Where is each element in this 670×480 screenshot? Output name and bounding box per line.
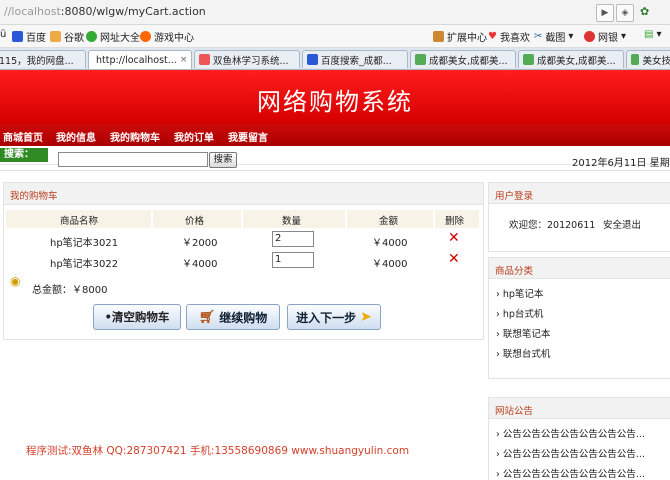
continue-shopping-button[interactable]: 🛒︎ 继续购物	[186, 304, 280, 330]
extensions-button[interactable]: 扩展中心	[433, 29, 487, 44]
category-item[interactable]: › hp笔记本	[496, 286, 543, 300]
search-input[interactable]	[58, 152, 208, 167]
login-panel: 用户登录 欢迎您：20120611 安全退出	[488, 182, 670, 252]
baidu-icon	[12, 31, 23, 42]
row-price: ￥2000	[182, 238, 218, 249]
col-qty: 数量	[282, 216, 302, 227]
tab-beauty[interactable]: 美女技	[626, 50, 670, 68]
cart-panel: 我的购物车 商品名称 价格 数量 金额 删除 hp笔记本3021 ￥2000 2…	[3, 182, 484, 340]
bookmarks-bar: ü 百度 谷歌 网址大全 游戏中心 扩展中心 ♥ 我喜欢 ✂ 截图 ▾ 网银 ▾ ▤ ▾	[0, 25, 670, 48]
tab-strip: 115，我的网盘... http://localhost... × 双鱼林学习系统…	[0, 48, 670, 70]
footer-credits: 程序测试:双鱼林 QQ:287307421 手机:13558690869 www…	[26, 445, 410, 457]
notice-panel-header: 网站公告	[489, 398, 670, 419]
nav-my-info[interactable]: 我的信息	[56, 129, 96, 144]
play-icon[interactable]: ▶	[596, 4, 614, 22]
col-name: 商品名称	[60, 216, 99, 227]
main-nav: 商城首页 我的信息 我的购物车 我的订单 我要留言	[0, 124, 670, 146]
heart-icon: ♥	[488, 31, 497, 42]
cart-panel-header: 我的购物车	[4, 183, 483, 205]
category-panel: 商品分类 › hp笔记本 › hp台式机 › 联想笔记本 › 联想台式机	[488, 257, 670, 379]
row-name: hp笔记本3022	[50, 259, 119, 270]
quantity-input[interactable]: 2	[272, 231, 314, 247]
col-delete: 删除	[445, 216, 465, 227]
search-button[interactable]: 搜索	[209, 152, 237, 168]
screenshot-button[interactable]: ✂ 截图 ▾	[534, 29, 573, 44]
welcome-text: 欢迎您：20120611	[509, 220, 596, 231]
row-amount: ￥4000	[372, 238, 408, 249]
current-date: 2012年6月11日 星期一	[572, 158, 670, 169]
row-name: hp笔记本3021	[50, 238, 119, 249]
favorites-button[interactable]: ♥ 我喜欢	[488, 29, 530, 44]
delete-icon[interactable]: ✕	[448, 251, 460, 267]
google-icon	[50, 31, 61, 42]
quantity-input[interactable]: 1	[272, 252, 314, 268]
row-amount: ￥4000	[372, 259, 408, 270]
search-bar: 搜索： 搜索 2012年6月11日 星期一	[0, 146, 670, 171]
delete-icon[interactable]: ✕	[448, 230, 460, 246]
next-step-button[interactable]: 进入下一步 ➤	[287, 304, 381, 330]
site-banner: 网络购物系统	[0, 70, 670, 124]
bank-icon	[584, 31, 595, 42]
tab-localhost[interactable]: http://localhost... ×	[88, 50, 192, 69]
url-field[interactable]: //localhost:8080/wlgw/myCart.action	[4, 5, 206, 18]
clear-cart-button[interactable]: •清空购物车	[93, 304, 181, 330]
bookmark-games[interactable]: 游戏中心	[140, 29, 194, 44]
category-item[interactable]: › 联想台式机	[496, 346, 550, 360]
page-icon	[631, 54, 640, 65]
nav-my-cart[interactable]: 我的购物车	[110, 129, 160, 144]
scissors-icon: ✂	[534, 31, 543, 42]
login-panel-header: 用户登录	[489, 183, 670, 204]
coins-icon: ◉	[10, 274, 21, 288]
notice-panel: 网站公告 › 公告公告公告公告公告公告公告... › 公告公告公告公告公告公告公…	[488, 397, 670, 480]
baidu-icon	[307, 54, 318, 65]
logout-link[interactable]: 安全退出	[603, 217, 641, 231]
page-icon	[523, 54, 534, 65]
bookmark-hao[interactable]: 网址大全	[86, 29, 140, 44]
tab-baidu-search[interactable]: 百度搜索_成都...	[302, 50, 408, 68]
bookmark-google[interactable]: 谷歌	[50, 29, 84, 44]
page-icon	[199, 54, 210, 65]
category-panel-header: 商品分类	[489, 258, 670, 279]
notice-item[interactable]: › 公告公告公告公告公告公告公告...	[496, 466, 645, 480]
nav-home[interactable]: 商城首页	[3, 129, 43, 144]
row-price: ￥4000	[182, 259, 218, 270]
bookmark-baidu[interactable]: 百度	[12, 29, 46, 44]
game-icon	[140, 31, 151, 42]
close-icon[interactable]: ×	[180, 55, 188, 65]
extension-icon[interactable]: ✿	[640, 5, 649, 18]
login-title: 用户登录	[495, 191, 534, 202]
search-label: 搜索：	[0, 148, 48, 162]
category-item[interactable]: › hp台式机	[496, 306, 543, 320]
cart-total: 总金额：￥8000	[32, 285, 108, 296]
notice-item[interactable]: › 公告公告公告公告公告公告公告...	[496, 426, 645, 440]
col-amount: 金额	[379, 216, 399, 227]
menu-button[interactable]: ▤ ▾	[644, 29, 661, 40]
tab-115[interactable]: 115，我的网盘...	[0, 50, 86, 68]
tab-chengdu-1[interactable]: 成都美女,成都美...	[410, 50, 516, 68]
col-price: 价格	[185, 216, 205, 227]
bank-button[interactable]: 网银 ▾	[584, 29, 626, 44]
cart-icon: 🛒︎	[198, 309, 216, 325]
site-title: 网络购物系统	[257, 88, 413, 116]
category-title: 商品分类	[495, 266, 534, 277]
address-bar: //localhost:8080/wlgw/myCart.action ▶ ◈ …	[0, 0, 670, 25]
tab-shuangyulin[interactable]: 双鱼林学习系统...	[194, 50, 300, 68]
category-item[interactable]: › 联想笔记本	[496, 326, 550, 340]
cart-title: 我的购物车	[10, 191, 58, 202]
shield-icon[interactable]: ◈	[616, 4, 634, 22]
nav-my-orders[interactable]: 我的订单	[174, 129, 214, 144]
tab-chengdu-2[interactable]: 成都美女,成都美...	[518, 50, 624, 68]
globe-icon	[86, 31, 97, 42]
runner-icon: ➤	[360, 309, 372, 325]
notice-title: 网站公告	[495, 406, 534, 417]
puzzle-icon	[433, 31, 444, 42]
page-icon	[415, 54, 426, 65]
notice-item[interactable]: › 公告公告公告公告公告公告公告...	[496, 446, 645, 460]
nav-leave-message[interactable]: 我要留言	[228, 129, 268, 144]
bookmark-partial[interactable]: ü	[0, 29, 6, 40]
